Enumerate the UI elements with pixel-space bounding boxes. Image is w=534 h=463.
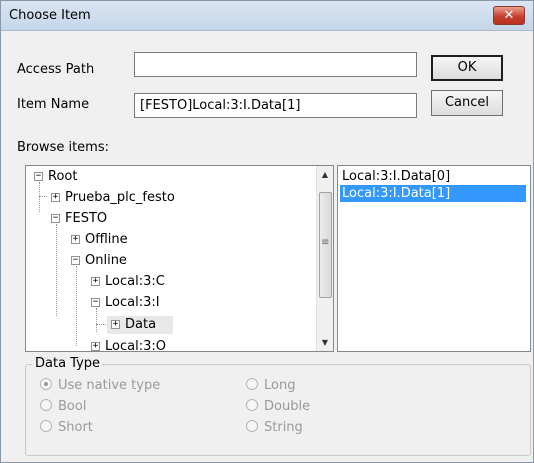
tree-connector (96, 308, 97, 332)
data-type-label: Data Type (32, 356, 104, 371)
tree-item-label: FESTO (65, 211, 108, 226)
radio-label: Short (58, 420, 93, 435)
grip-icon: ≡ (321, 237, 330, 248)
cancel-button[interactable]: Cancel (431, 90, 503, 116)
close-icon: ✕ (503, 8, 515, 23)
radio-icon (246, 378, 258, 390)
collapse-icon[interactable]: − (51, 214, 60, 223)
tree-item-label: Root (48, 169, 78, 184)
scroll-thumb[interactable]: ≡ (319, 192, 332, 298)
browse-tree[interactable]: − Root + Prueba_plc_festo − FESTO + Offl… (25, 165, 334, 352)
tree-connector (39, 182, 40, 212)
tree-item-label: Offline (85, 232, 128, 247)
list-item[interactable]: Local:3:I.Data[0] (340, 168, 526, 185)
radio-icon (246, 420, 258, 432)
expand-icon[interactable]: + (51, 193, 60, 202)
access-path-input[interactable] (134, 52, 417, 77)
item-name-input[interactable]: [FESTO]Local:3:I.Data[1] (134, 93, 417, 118)
close-button[interactable]: ✕ (493, 6, 525, 25)
tree-item-data[interactable]: + Data (107, 316, 173, 334)
radio-label: String (264, 420, 303, 435)
radio-short[interactable]: Short (40, 419, 93, 437)
tree-item-label: Prueba_plc_festo (65, 190, 175, 205)
ok-button[interactable]: OK (431, 55, 503, 81)
tree-connector (56, 224, 57, 316)
radio-bool[interactable]: Bool (40, 398, 86, 416)
scroll-down-arrow-icon[interactable]: ▼ (317, 334, 333, 351)
tree-item-label: Local:3:O (105, 339, 166, 352)
items-list[interactable]: Local:3:I.Data[0] Local:3:I.Data[1] (337, 165, 531, 352)
tree-item-label: Local:3:I (105, 295, 160, 310)
radio-label: Long (264, 378, 296, 393)
list-item-selected[interactable]: Local:3:I.Data[1] (340, 185, 526, 202)
tree-item-label: Local:3:C (105, 274, 165, 289)
tree-connector (76, 266, 77, 346)
expand-icon[interactable]: + (91, 277, 100, 286)
radio-selected-icon (40, 378, 52, 390)
radio-string[interactable]: String (246, 419, 303, 437)
collapse-icon[interactable]: − (34, 172, 43, 181)
tree-item-label: Online (85, 253, 127, 268)
radio-label: Double (264, 399, 311, 414)
tree-item-label: Data (125, 317, 157, 332)
radio-double[interactable]: Double (246, 398, 310, 416)
radio-use-native-type[interactable]: Use native type (40, 377, 160, 395)
expand-icon[interactable]: + (111, 320, 120, 329)
choose-item-dialog: Choose Item ✕ Access Path Item Name [FES… (0, 0, 534, 463)
radio-label: Bool (58, 399, 87, 414)
radio-long[interactable]: Long (246, 377, 295, 395)
title-bar[interactable]: Choose Item ✕ (1, 1, 533, 31)
collapse-icon[interactable]: − (91, 298, 100, 307)
dialog-title: Choose Item (9, 8, 91, 23)
browse-items-label: Browse items: (17, 140, 109, 155)
collapse-icon[interactable]: − (71, 256, 80, 265)
radio-icon (246, 399, 258, 411)
radio-icon (40, 399, 52, 411)
expand-icon[interactable]: + (71, 235, 80, 244)
tree-scrollbar[interactable]: ▲ ≡ ▼ (316, 166, 333, 351)
access-path-label: Access Path (17, 62, 95, 77)
radio-label: Use native type (58, 378, 161, 393)
tree-connector (39, 196, 47, 197)
expand-icon[interactable]: + (91, 342, 100, 351)
scroll-up-arrow-icon[interactable]: ▲ (317, 166, 333, 183)
item-name-label: Item Name (17, 97, 90, 112)
radio-icon (40, 420, 52, 432)
